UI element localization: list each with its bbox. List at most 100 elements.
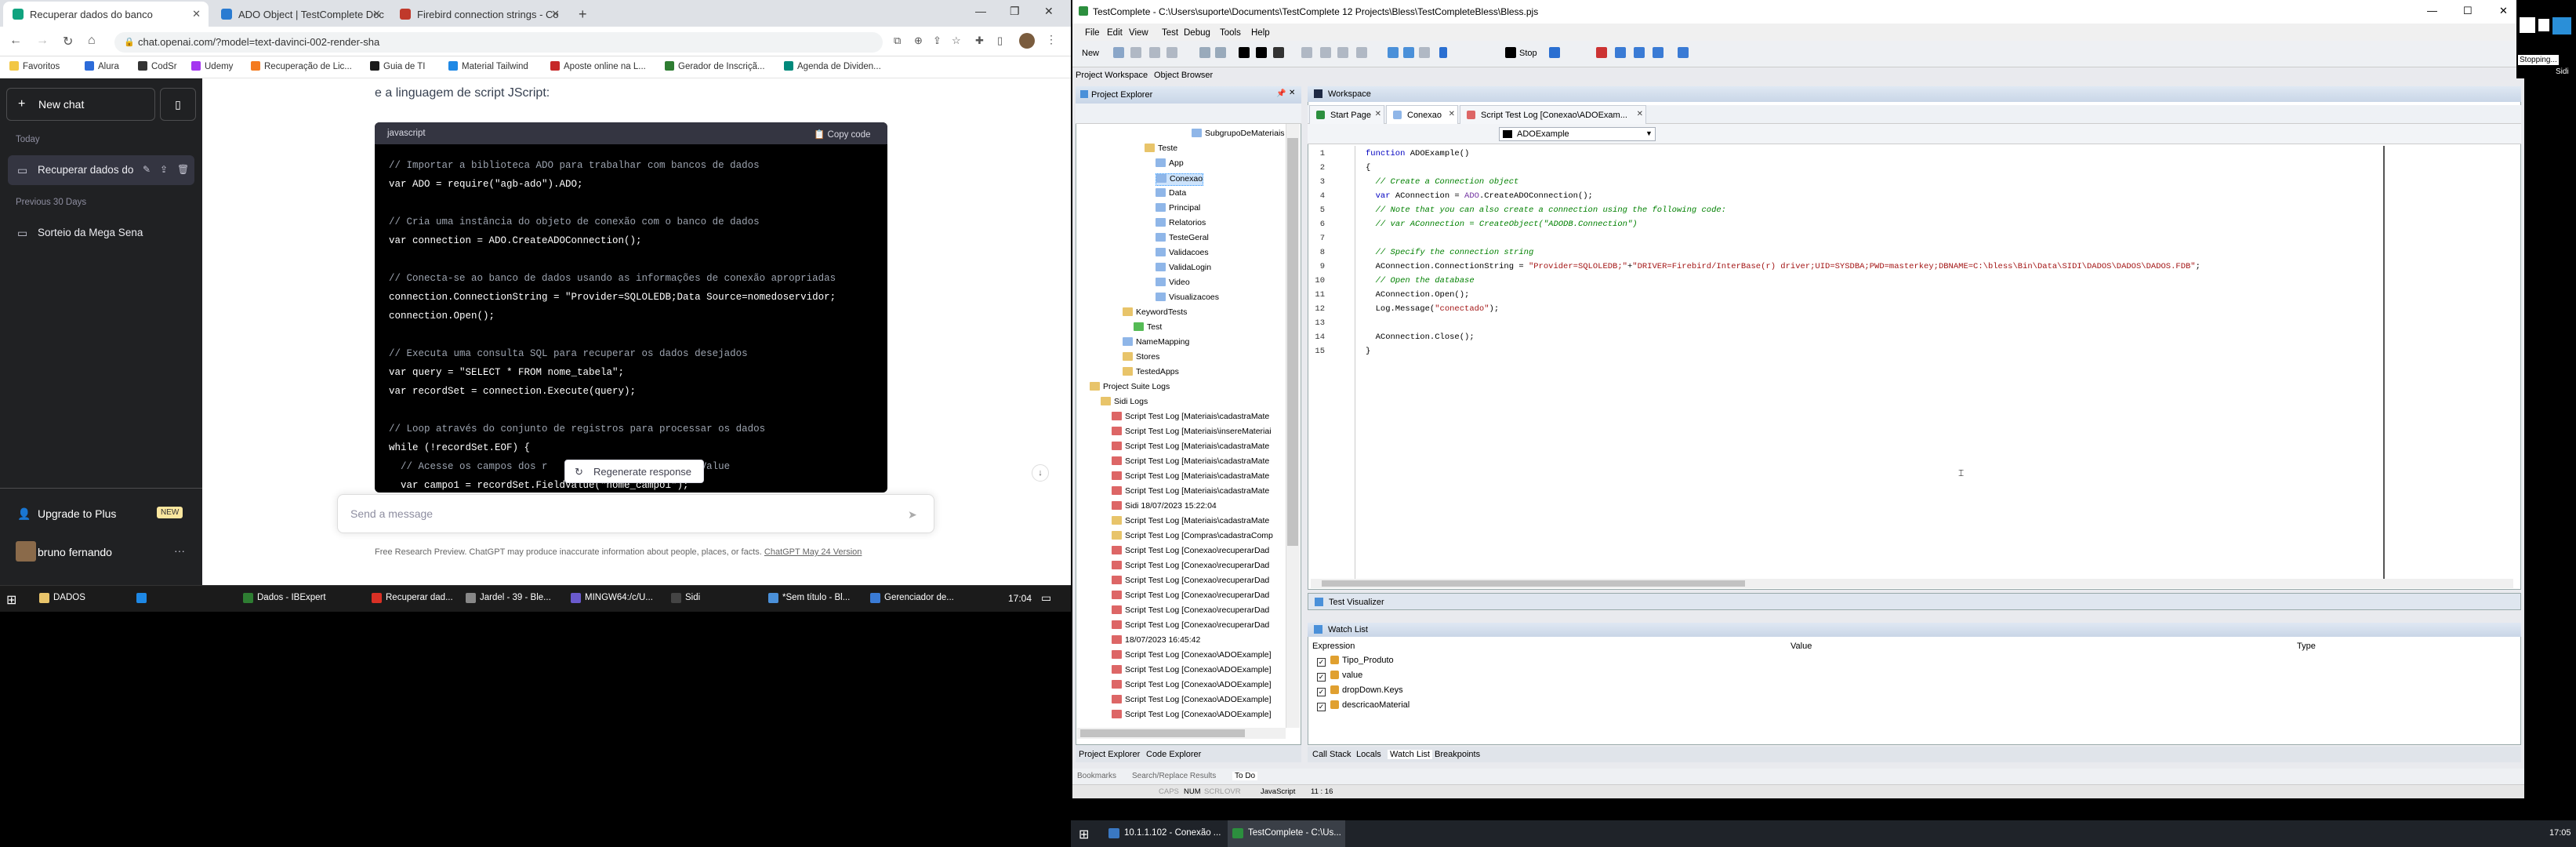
tree-item[interactable]: Script Test Log [Materiais\cadastraMate (1112, 412, 1269, 424)
menu-debug[interactable]: Debug (1184, 28, 1210, 38)
taskbar-item[interactable]: Gerenciador de... (867, 585, 961, 612)
close-icon[interactable]: ✕ (1449, 110, 1455, 118)
color-icon[interactable] (1239, 47, 1250, 58)
taskbar-item[interactable]: 10.1.1.102 - Conexão ... (1104, 820, 1221, 847)
new-chat-button[interactable]: + New chat (6, 88, 155, 121)
toolbar-icon[interactable] (1678, 47, 1689, 58)
tree-item[interactable]: App (1156, 158, 1184, 171)
maximize-icon[interactable]: ❐ (1010, 5, 1020, 18)
taskbar-item[interactable]: Recuperar dad... (368, 585, 459, 612)
more-icon[interactable]: ··· (174, 544, 185, 557)
pause-icon[interactable] (2538, 19, 2549, 31)
browser-tab-firebird[interactable]: Firebird connection strings - Co ✕ (390, 2, 568, 27)
bookmark-aposte[interactable]: Aposte online na L... (550, 61, 646, 71)
chat-history-item-active[interactable]: ▭ Recuperar dados do ✎ ⇪ 🗑 (8, 155, 194, 185)
minimize-icon[interactable]: — (2427, 5, 2437, 16)
bookmark-codsr[interactable]: CodSr (138, 61, 177, 71)
watch-row[interactable]: ✓ dropDown.Keys (1317, 685, 1403, 696)
menu-help[interactable]: Help (1251, 28, 1270, 38)
toolbar-icon[interactable] (1615, 47, 1626, 58)
tab-locals[interactable]: Locals (1356, 750, 1381, 759)
bookmark-udemy[interactable]: Udemy (191, 61, 233, 71)
stop-icon[interactable] (2520, 17, 2535, 33)
tree-item[interactable]: Script Test Log [Compras\cadastraComp (1112, 531, 1273, 543)
watch-row[interactable]: ✓ Tipo_Produto (1317, 656, 1394, 667)
tree-item[interactable]: Teste (1145, 144, 1177, 156)
tree-item[interactable]: Script Test Log [Materiais\cadastraMate (1112, 486, 1269, 499)
share-icon[interactable]: ⇪ (933, 35, 942, 47)
record-icon[interactable] (2552, 17, 2571, 35)
close-icon[interactable]: ✕ (551, 8, 560, 20)
sidepanel-icon[interactable]: ▯ (997, 35, 1003, 47)
bookmark-favoritos[interactable]: Favoritos (9, 61, 60, 71)
tree-item[interactable]: Visualizacoes (1156, 293, 1219, 305)
column-value[interactable]: Value (1791, 642, 1812, 651)
tab-object-browser[interactable]: Object Browser (1154, 71, 1213, 80)
undo-icon[interactable] (1199, 47, 1210, 58)
tree-item[interactable]: Script Test Log [Materiais\cadastraMate (1112, 442, 1269, 454)
checkbox[interactable]: ✓ (1317, 688, 1326, 696)
close-icon[interactable]: ✕ (192, 8, 201, 20)
tree-item[interactable]: ValidaLogin (1156, 263, 1211, 275)
tree-item[interactable]: Script Test Log [Conexao\recuperarDad (1112, 576, 1269, 588)
address-bar[interactable]: 🔒 chat.openai.com/?model=text-davinci-00… (114, 32, 883, 53)
taskbar-item[interactable]: *Sem título - Bl... (765, 585, 854, 612)
tree-item[interactable]: Project Suite Logs (1090, 382, 1170, 394)
column-expression[interactable]: Expression (1312, 642, 1355, 651)
tree-item[interactable]: Script Test Log [Conexao\ADOExample] (1112, 695, 1272, 707)
taskbar-item[interactable]: Sidi (668, 585, 715, 612)
tab-todo[interactable]: To Do (1232, 772, 1258, 780)
pin-icon[interactable]: 📌 (1276, 89, 1286, 98)
test-visualizer-header[interactable]: Test Visualizer (1308, 593, 2521, 610)
tree-item[interactable]: Script Test Log [Conexao\recuperarDad (1112, 546, 1269, 558)
tree-item[interactable]: Script Test Log [Conexao\recuperarDad (1112, 620, 1269, 633)
bookmark-gerador[interactable]: Gerador de Inscriçã... (665, 61, 765, 71)
code-line[interactable]: // Note that you can also create a conne… (1366, 205, 1726, 215)
tree-item[interactable]: Script Test Log [Conexao\recuperarDad (1112, 561, 1269, 573)
code-line[interactable]: } (1366, 347, 1370, 356)
taskbar-item-active[interactable]: TestComplete - C:\Us... (1228, 820, 1345, 847)
scrollbar-thumb[interactable] (1322, 580, 1745, 587)
checkbox[interactable]: ✓ (1317, 673, 1326, 682)
tree-item[interactable]: Script Test Log [Conexao\recuperarDad (1112, 591, 1269, 603)
tree-item[interactable]: Script Test Log [Materiais\insereMateria… (1112, 427, 1272, 439)
tree-item[interactable]: SubgrupoDeMateriais (1192, 129, 1285, 141)
browser-tab-ado[interactable]: ADO Object | TestComplete Doc ✕ (212, 2, 389, 27)
menu-test[interactable]: Test (1162, 28, 1178, 38)
tree-item[interactable]: Script Test Log [Materiais\cadastraMate (1112, 471, 1269, 484)
color-icon[interactable] (1273, 47, 1284, 58)
close-icon[interactable]: ✕ (1289, 89, 1295, 97)
tree-item[interactable]: TestedApps (1123, 367, 1179, 380)
toolbar-icon[interactable] (1337, 47, 1348, 58)
tab-breakpoints[interactable]: Breakpoints (1435, 750, 1480, 759)
reload-icon[interactable]: ↻ (63, 34, 73, 49)
code-line[interactable]: var AConnection = ADO.CreateADOConnectio… (1366, 191, 1593, 201)
toolbar-icon[interactable] (1634, 47, 1645, 58)
translate-icon[interactable]: ⧉ (894, 35, 901, 47)
tree-item[interactable]: Script Test Log [Materiais\cadastraMate (1112, 516, 1269, 529)
code-line[interactable]: AConnection.Open(); (1366, 290, 1470, 300)
code-line[interactable]: // Specify the connection string (1366, 248, 1534, 257)
run-icon[interactable] (1388, 47, 1399, 58)
bookmark-star-icon[interactable]: ☆ (952, 35, 961, 47)
tree-item[interactable]: Sidi Logs (1101, 397, 1148, 409)
toolbar-icon[interactable] (1653, 47, 1664, 58)
toolbar-icon[interactable] (1130, 47, 1141, 58)
profile-avatar[interactable] (1019, 33, 1035, 49)
code-line[interactable]: // Create a Connection object (1366, 177, 1519, 187)
back-icon[interactable]: ← (9, 34, 22, 48)
toolbar-icon[interactable] (1320, 47, 1331, 58)
redo-icon[interactable] (1215, 47, 1226, 58)
zoom-icon[interactable]: ⊕ (914, 35, 923, 47)
color-icon[interactable] (1256, 47, 1267, 58)
tab-conexao[interactable]: Conexao ✕ (1386, 105, 1458, 124)
share-icon[interactable]: ⇪ (160, 164, 168, 175)
tree-item[interactable]: Script Test Log [Materiais\cadastraMate (1112, 456, 1269, 469)
taskbar-item[interactable]: MINGW64:/c/U... (568, 585, 665, 612)
tree-item[interactable]: Principal (1156, 203, 1200, 216)
tree-item[interactable]: Video (1156, 278, 1190, 290)
tree-item[interactable]: Script Test Log [Conexao\recuperarDad (1112, 605, 1269, 618)
new-button[interactable]: New (1082, 49, 1099, 58)
tab-project-workspace[interactable]: Project Workspace (1076, 71, 1148, 80)
save-icon[interactable] (1113, 47, 1124, 58)
